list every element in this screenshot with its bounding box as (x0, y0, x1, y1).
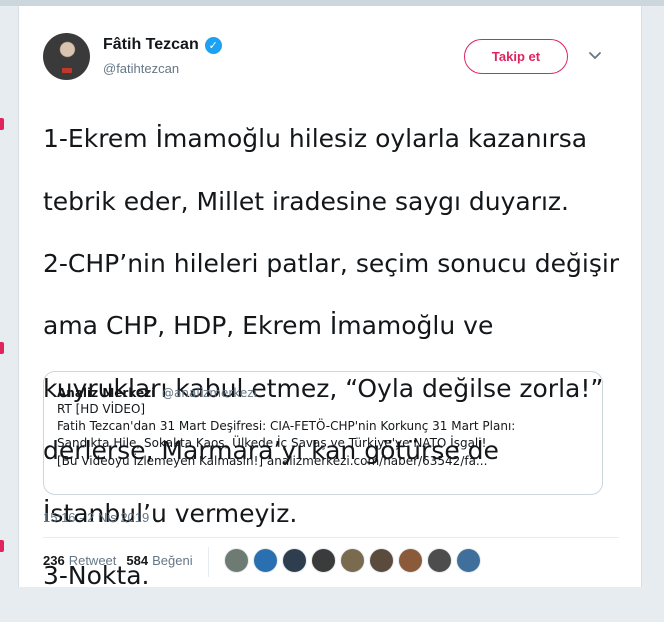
quoted-author-handle: @analizmerkezi (162, 386, 257, 400)
tweet-text: 1-Ekrem İmamoğlu hilesiz oylarla kazanır… (43, 92, 623, 622)
follow-button[interactable]: Takip et (464, 39, 568, 74)
tweet-line: 2-CHP’nin hileleri patlar, seçim sonucu … (43, 249, 620, 279)
tweet-line: 1-Ekrem İmamoğlu hilesiz oylarla kazanır… (43, 124, 588, 154)
background-marker (0, 540, 4, 552)
background-marker (0, 118, 4, 130)
background-marker (0, 342, 4, 354)
like-count: 584 (126, 553, 149, 568)
divider (43, 537, 619, 538)
microphone-icon (62, 68, 72, 73)
author-name[interactable]: Fâtih Tezcan (103, 36, 199, 54)
quoted-tweet-line: Fatih Tezcan'dan 31 Mart Deşifresi: CIA-… (57, 419, 516, 434)
quoted-tweet-line: Sandıkta Hile, Sokakta Kaos, Ülkede İç S… (57, 436, 487, 451)
liker-avatar[interactable] (253, 548, 278, 573)
quoted-tweet-line[interactable]: [Bu Videoyu İzlemeyen Kalmasın!] analizm… (57, 453, 590, 470)
quoted-tweet-header: Analiz Merkezi @analizmerkezi (57, 385, 590, 401)
tweet-stats: 236 Retweet 584 Beğeni (43, 553, 203, 568)
liker-avatar[interactable] (224, 548, 249, 573)
tweet-line: ama CHP, HDP, Ekrem İmamoğlu ve (43, 311, 494, 341)
like-stat[interactable]: 584 Beğeni (126, 553, 192, 568)
tweet-line: tebrik eder, Millet iradesine saygı duya… (43, 186, 570, 216)
quoted-author-name: Analiz Merkezi (57, 386, 156, 400)
liker-avatar[interactable] (398, 548, 423, 573)
quoted-tweet[interactable]: Analiz Merkezi @analizmerkezi RT [HD VİD… (43, 371, 603, 495)
liker-avatars (224, 548, 485, 573)
author-name-row: Fâtih Tezcan ✓ (103, 36, 222, 54)
author-avatar[interactable] (43, 33, 90, 80)
chevron-down-icon[interactable] (588, 50, 602, 62)
liker-avatar[interactable] (456, 548, 481, 573)
liker-avatar[interactable] (369, 548, 394, 573)
liker-avatar[interactable] (282, 548, 307, 573)
retweet-count: 236 (43, 553, 65, 568)
liker-avatar[interactable] (311, 548, 336, 573)
stats-separator (208, 547, 209, 577)
tweet-timestamp[interactable]: 15:16 - 2 Nis 2019 (43, 510, 149, 525)
liker-avatar[interactable] (427, 548, 452, 573)
retweet-label: Retweet (68, 553, 117, 568)
verified-badge-icon: ✓ (204, 36, 222, 54)
liker-avatar[interactable] (340, 548, 365, 573)
author-handle[interactable]: @fatihtezcan (103, 61, 179, 76)
like-label: Beğeni (152, 553, 193, 568)
tweet-card: Fâtih Tezcan ✓ @fatihtezcan Takip et 1-E… (18, 6, 642, 590)
quoted-tweet-line: RT [HD VİDEO] (57, 402, 146, 416)
retweet-stat[interactable]: 236 Retweet (43, 553, 116, 568)
